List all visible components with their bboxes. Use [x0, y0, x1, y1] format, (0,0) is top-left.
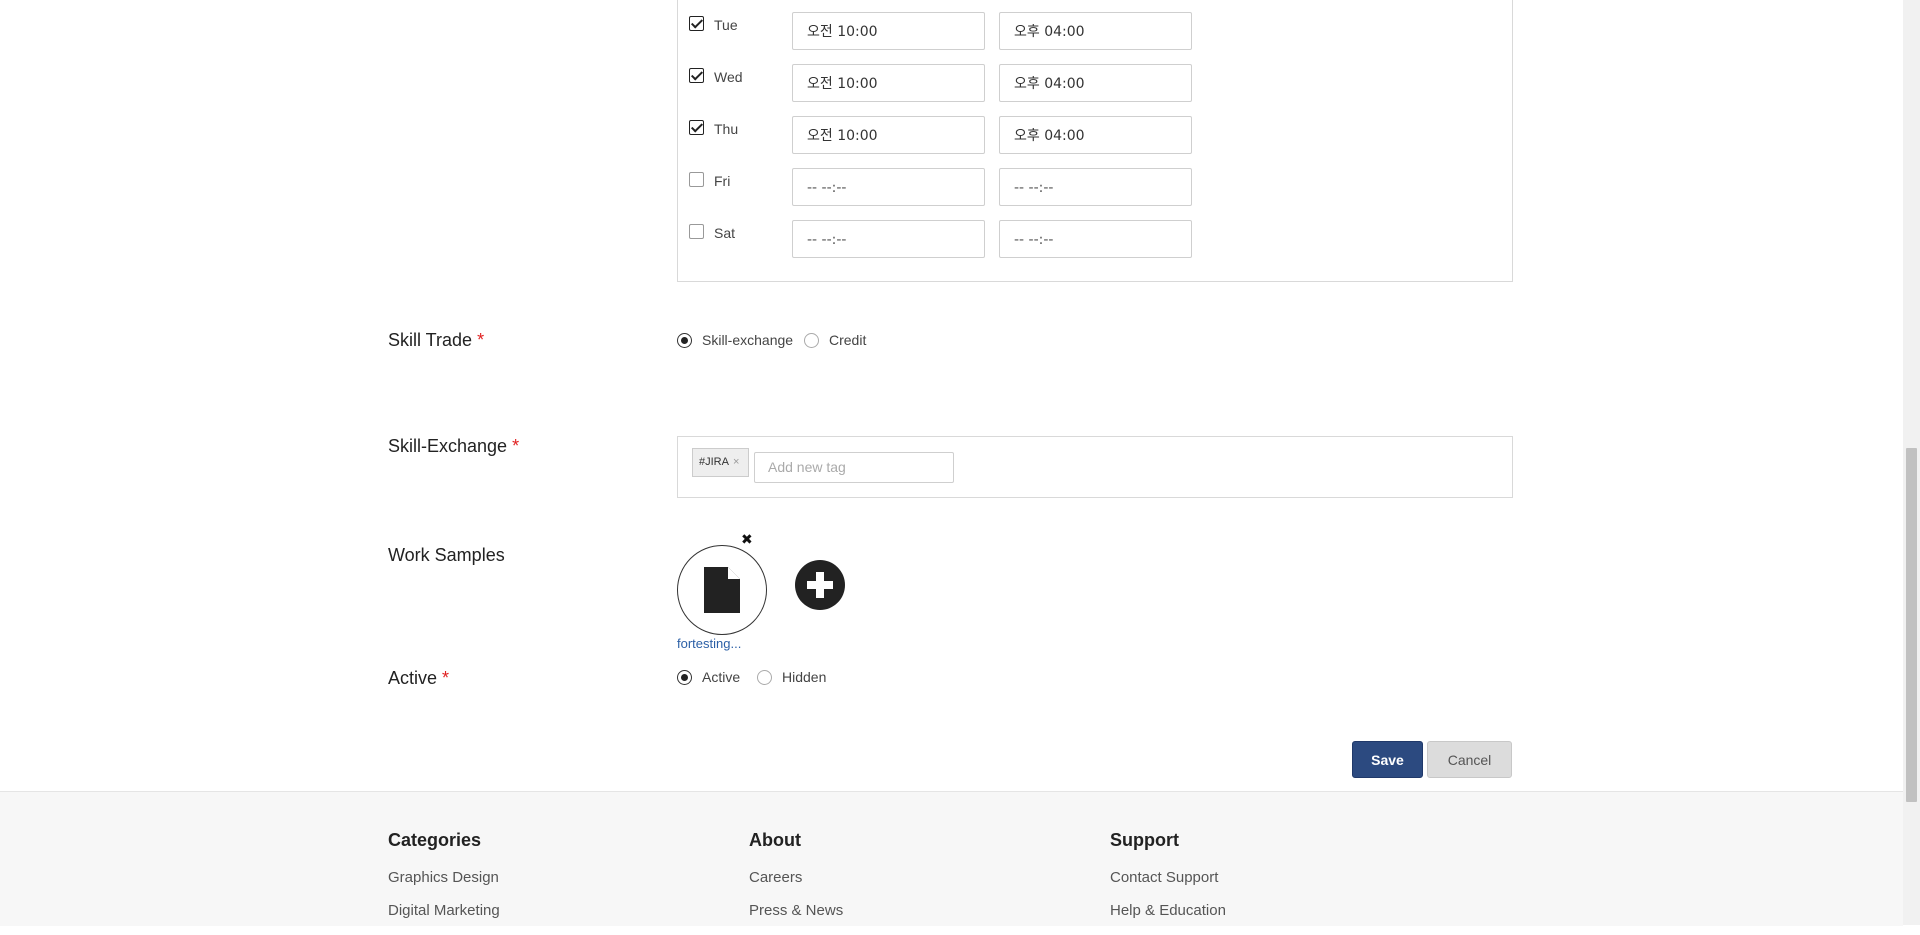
- radio-label: Active: [702, 669, 741, 685]
- day-row-tue: Tue 오전 10:00 오후 04:00: [689, 12, 1209, 52]
- day-checkbox-wed[interactable]: [689, 68, 704, 83]
- tag-remove-icon[interactable]: ×: [733, 456, 739, 468]
- end-time-input[interactable]: 오후 04:00: [999, 64, 1192, 102]
- radio-label: Skill-exchange: [702, 332, 794, 348]
- footer-link[interactable]: Graphics Design: [388, 869, 500, 902]
- day-row-wed: Wed 오전 10:00 오후 04:00: [689, 64, 1209, 104]
- footer-link[interactable]: Careers: [749, 869, 843, 902]
- day-checkbox-fri[interactable]: [689, 172, 704, 187]
- work-sample-thumbnail[interactable]: [677, 545, 767, 635]
- tag-text: #JIRA: [699, 456, 729, 468]
- active-label: Active *: [388, 668, 450, 688]
- end-time-input[interactable]: 오후 04:00: [999, 116, 1192, 154]
- day-checkbox-tue[interactable]: [689, 16, 704, 31]
- radio-label: Credit: [829, 332, 867, 348]
- day-label: Sat: [714, 225, 736, 241]
- footer-link[interactable]: Press & News: [749, 902, 843, 935]
- day-label: Thu: [714, 121, 739, 137]
- required-mark: *: [512, 436, 520, 456]
- end-time-input[interactable]: -- --:--: [999, 168, 1192, 206]
- start-time-input[interactable]: 오전 10:00: [792, 64, 985, 102]
- radio-dot[interactable]: [677, 332, 692, 348]
- start-time-input[interactable]: -- --:--: [792, 220, 985, 258]
- footer-heading: Support: [1110, 830, 1179, 850]
- work-samples-label: Work Samples: [388, 545, 505, 565]
- radio-hidden[interactable]: Hidden: [757, 669, 826, 685]
- skill-trade-label: Skill Trade *: [388, 330, 485, 350]
- radio-credit[interactable]: Credit: [804, 332, 866, 348]
- radio-label: Hidden: [782, 669, 827, 685]
- day-label: Tue: [714, 17, 738, 33]
- plus-icon: [807, 572, 833, 598]
- day-row-thu: Thu 오전 10:00 오후 04:00: [689, 116, 1209, 156]
- radio-dot[interactable]: [804, 332, 819, 348]
- footer-column-about: About Careers Press & News: [749, 830, 843, 935]
- footer-link[interactable]: Help & Education: [1110, 902, 1226, 935]
- day-checkbox-sat[interactable]: [689, 224, 704, 239]
- day-label: Wed: [714, 69, 743, 85]
- end-time-input[interactable]: -- --:--: [999, 220, 1192, 258]
- tag-chip: #JIRA ×: [692, 448, 749, 477]
- start-time-input[interactable]: 오전 10:00: [792, 116, 985, 154]
- file-icon: [704, 567, 740, 613]
- skill-exchange-label: Skill-Exchange *: [388, 436, 520, 456]
- scrollbar-thumb[interactable]: [1906, 448, 1917, 802]
- start-time-input[interactable]: 오전 10:00: [792, 12, 985, 50]
- radio-active[interactable]: Active: [677, 669, 740, 685]
- radio-dot[interactable]: [677, 669, 692, 685]
- footer-heading: Categories: [388, 830, 482, 850]
- end-time-input[interactable]: 오후 04:00: [999, 12, 1192, 50]
- save-button[interactable]: Save: [1352, 741, 1423, 778]
- add-tag-input[interactable]: Add new tag: [754, 452, 954, 483]
- radio-dot[interactable]: [757, 669, 772, 685]
- start-time-input[interactable]: -- --:--: [792, 168, 985, 206]
- footer-column-support: Support Contact Support Help & Education: [1110, 830, 1226, 935]
- day-row-sat: Sat -- --:-- -- --:--: [689, 220, 1209, 260]
- day-row-fri: Fri -- --:-- -- --:--: [689, 168, 1209, 208]
- footer-link[interactable]: Digital Marketing: [388, 902, 500, 935]
- footer-link[interactable]: Contact Support: [1110, 869, 1226, 902]
- required-mark: *: [442, 668, 450, 688]
- footer-column-categories: Categories Graphics Design Digital Marke…: [388, 830, 500, 935]
- footer-heading: About: [749, 830, 801, 850]
- radio-skill-exchange[interactable]: Skill-exchange: [677, 332, 793, 348]
- cancel-button[interactable]: Cancel: [1427, 741, 1512, 778]
- day-label: Fri: [714, 173, 731, 189]
- footer: [0, 791, 1903, 926]
- add-sample-button[interactable]: [795, 560, 845, 610]
- day-checkbox-thu[interactable]: [689, 120, 704, 135]
- remove-sample-icon[interactable]: ✖: [741, 531, 753, 548]
- work-sample-filename[interactable]: fortesting...: [677, 636, 741, 651]
- required-mark: *: [477, 330, 485, 350]
